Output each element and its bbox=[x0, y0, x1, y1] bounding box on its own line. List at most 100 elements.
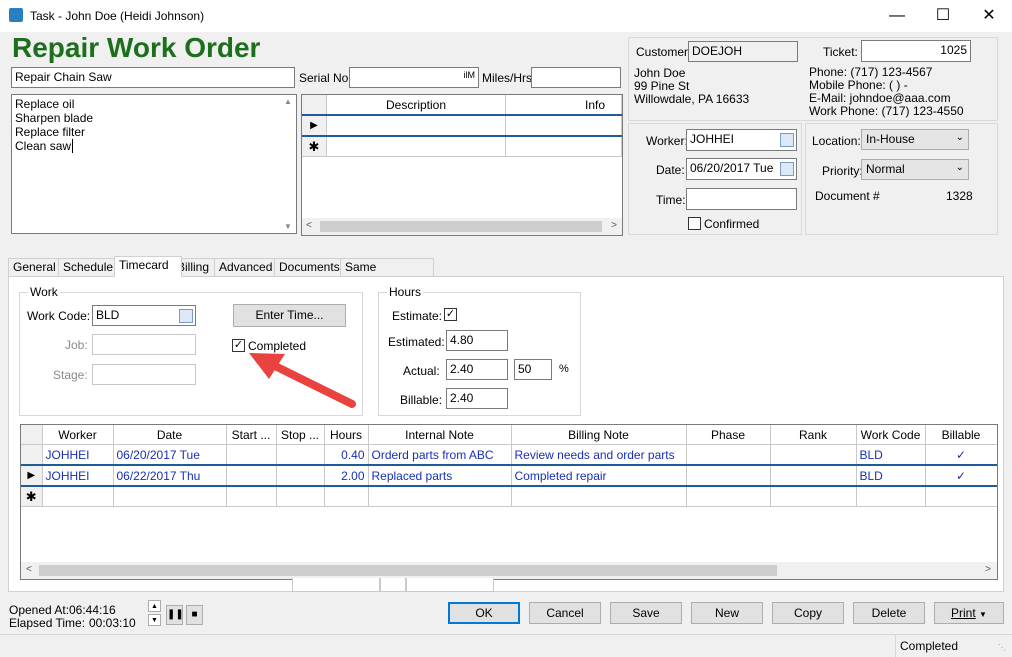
column-header-rank[interactable]: Rank bbox=[770, 425, 857, 445]
cell-stop[interactable] bbox=[276, 464, 325, 487]
grid-cell[interactable] bbox=[326, 114, 506, 137]
cell-rank[interactable] bbox=[770, 464, 857, 487]
grid-cell[interactable] bbox=[326, 136, 506, 157]
cell-start[interactable] bbox=[226, 444, 277, 466]
close-icon[interactable]: ✕ bbox=[966, 0, 1012, 32]
cell-phase[interactable] bbox=[686, 444, 771, 466]
timecard-hscrollbar[interactable]: < > bbox=[21, 562, 997, 579]
date-field[interactable]: 06/20/2017 Tue bbox=[686, 158, 797, 180]
worker-field[interactable]: JOHHEI bbox=[686, 129, 797, 151]
tab-same-customer[interactable]: Same Customer bbox=[340, 258, 434, 290]
enter-time-button[interactable]: Enter Time... bbox=[233, 304, 346, 327]
column-header-work-code[interactable]: Work Code bbox=[856, 425, 926, 445]
grid-total-box bbox=[292, 578, 380, 592]
cell-phase[interactable] bbox=[686, 464, 771, 487]
minimize-icon[interactable]: — bbox=[874, 0, 920, 32]
column-header-info[interactable]: Info bbox=[505, 95, 622, 116]
scroll-thumb[interactable] bbox=[320, 221, 602, 232]
calendar-icon[interactable] bbox=[780, 162, 794, 176]
scroll-left-icon[interactable]: < bbox=[306, 220, 312, 231]
scroll-thumb[interactable] bbox=[39, 565, 777, 576]
billable-check-icon[interactable]: ✓ bbox=[925, 464, 997, 487]
notes-textarea[interactable]: Replace oil Sharpen blade Replace filter… bbox=[11, 94, 297, 234]
copy-button[interactable]: Copy bbox=[772, 602, 844, 624]
grid-cell[interactable] bbox=[505, 136, 622, 157]
billable-check-icon[interactable]: ✓ bbox=[925, 444, 997, 466]
scroll-up-icon[interactable]: ▲ bbox=[284, 97, 292, 106]
cell-date[interactable]: 06/20/2017 Tue bbox=[113, 444, 227, 466]
cell-stop[interactable] bbox=[276, 444, 325, 466]
cell-rank[interactable] bbox=[770, 444, 857, 466]
column-header-worker[interactable]: Worker bbox=[42, 425, 114, 445]
column-header-billable[interactable]: Billable bbox=[925, 425, 997, 445]
scroll-right-icon[interactable]: > bbox=[985, 564, 991, 575]
scroll-down-icon[interactable]: ▼ bbox=[284, 222, 292, 231]
desc-grid-hscrollbar[interactable]: < > bbox=[302, 218, 622, 235]
table-row[interactable]: JOHHEI 06/20/2017 Tue 0.40 Orderd parts … bbox=[21, 444, 997, 466]
timecard-grid[interactable]: Worker Date Start ... Stop ... Hours Int… bbox=[20, 424, 998, 580]
stage-field[interactable] bbox=[92, 364, 196, 385]
column-header-stop[interactable]: Stop ... bbox=[276, 425, 325, 445]
serial-field[interactable]: ilM bbox=[349, 67, 479, 88]
actual-field[interactable]: 2.40 bbox=[446, 359, 508, 380]
cell-billing-note[interactable]: Completed repair bbox=[511, 464, 687, 487]
save-button[interactable]: Save bbox=[610, 602, 682, 624]
description-grid[interactable]: Description Info ▶ ✱ < > bbox=[301, 94, 623, 236]
table-row[interactable]: ▶ JOHHEI 06/22/2017 Thu 2.00 Replaced pa… bbox=[21, 464, 997, 487]
estimated-field[interactable]: 4.80 bbox=[446, 330, 508, 351]
stop-icon[interactable]: ■ bbox=[186, 605, 203, 625]
cell-hours[interactable]: 2.00 bbox=[324, 464, 369, 487]
column-header-phase[interactable]: Phase bbox=[686, 425, 771, 445]
pause-icon[interactable]: ❚❚ bbox=[166, 605, 184, 625]
customer-code-field[interactable]: DOEJOH bbox=[688, 41, 798, 62]
table-row-new[interactable]: ✱ bbox=[21, 486, 997, 507]
grid-cell[interactable] bbox=[505, 114, 622, 137]
estimate-checkbox[interactable]: ✓ bbox=[444, 308, 457, 321]
column-header-billing-note[interactable]: Billing Note bbox=[511, 425, 687, 445]
new-button[interactable]: New bbox=[691, 602, 763, 624]
job-field[interactable] bbox=[92, 334, 196, 355]
summary-field[interactable]: Repair Chain Saw bbox=[11, 67, 295, 88]
cell-billing-note[interactable]: Review needs and order parts bbox=[511, 444, 687, 466]
time-field[interactable] bbox=[686, 188, 797, 210]
column-header-start[interactable]: Start ... bbox=[226, 425, 277, 445]
cell-date[interactable]: 06/22/2017 Thu bbox=[113, 464, 227, 487]
cell-internal-note[interactable]: Replaced parts bbox=[368, 464, 512, 487]
cancel-button[interactable]: Cancel bbox=[529, 602, 601, 624]
ticket-field[interactable]: 1025 bbox=[861, 40, 971, 62]
column-header-date[interactable]: Date bbox=[113, 425, 227, 445]
spin-up-icon[interactable]: ▲ bbox=[148, 600, 161, 612]
billable-field[interactable]: 2.40 bbox=[446, 388, 508, 409]
column-header-description[interactable]: Description bbox=[326, 95, 506, 116]
cell-work-code[interactable]: BLD bbox=[856, 444, 926, 466]
confirmed-checkbox[interactable] bbox=[688, 217, 701, 230]
cell-worker[interactable]: JOHHEI bbox=[42, 464, 114, 487]
column-header-hours[interactable]: Hours bbox=[324, 425, 369, 445]
cell-start[interactable] bbox=[226, 464, 277, 487]
resize-grip-icon[interactable]: ⋱ bbox=[998, 643, 1006, 652]
tab-timecard[interactable]: Timecard bbox=[114, 256, 182, 277]
miles-field[interactable] bbox=[531, 67, 621, 88]
priority-dropdown[interactable]: Normal ⌄ bbox=[861, 159, 969, 180]
tab-schedule[interactable]: Schedule bbox=[58, 258, 122, 277]
notes-scrollbar[interactable]: ▲ ▼ bbox=[281, 95, 295, 233]
tab-documents[interactable]: Documents bbox=[274, 258, 350, 277]
print-button[interactable]: Print ▼ bbox=[934, 602, 1004, 624]
work-code-lookup-icon[interactable] bbox=[179, 309, 193, 323]
scroll-right-icon[interactable]: > bbox=[611, 220, 617, 231]
cell-internal-note[interactable]: Orderd parts from ABC bbox=[368, 444, 512, 466]
work-code-field[interactable]: BLD bbox=[92, 305, 196, 326]
cell-worker[interactable]: JOHHEI bbox=[42, 444, 114, 466]
tab-general[interactable]: General bbox=[8, 258, 64, 277]
delete-button[interactable]: Delete bbox=[853, 602, 925, 624]
cell-work-code[interactable]: BLD bbox=[856, 464, 926, 487]
percent-field[interactable]: 50 bbox=[514, 359, 552, 380]
ok-button[interactable]: OK bbox=[448, 602, 520, 624]
location-dropdown[interactable]: In-House ⌄ bbox=[861, 129, 969, 150]
column-header-internal-note[interactable]: Internal Note bbox=[368, 425, 512, 445]
maximize-icon[interactable]: ☐ bbox=[920, 0, 966, 32]
worker-lookup-icon[interactable] bbox=[780, 133, 794, 147]
spin-down-icon[interactable]: ▼ bbox=[148, 614, 161, 626]
cell-hours[interactable]: 0.40 bbox=[324, 444, 369, 466]
scroll-left-icon[interactable]: < bbox=[26, 564, 32, 575]
